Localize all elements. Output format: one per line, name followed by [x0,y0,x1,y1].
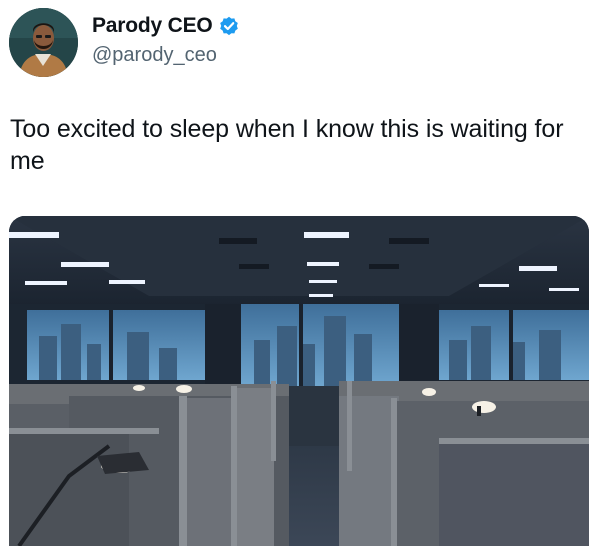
display-name-row: Parody CEO [92,14,239,38]
verified-badge-icon [219,16,239,36]
author-handle[interactable]: @parody_ceo [92,44,239,67]
tweet-text: Too excited to sleep when I know this is… [10,115,564,175]
tweet-media-image[interactable] [9,216,589,546]
person-avatar-icon [9,8,78,77]
tweet-header: Parody CEO @parody_ceo [9,8,239,77]
author-display-name[interactable]: Parody CEO [92,14,213,38]
author-names: Parody CEO @parody_ceo [92,14,239,67]
author-avatar[interactable] [9,8,78,77]
office-cubicles-image [9,216,589,546]
